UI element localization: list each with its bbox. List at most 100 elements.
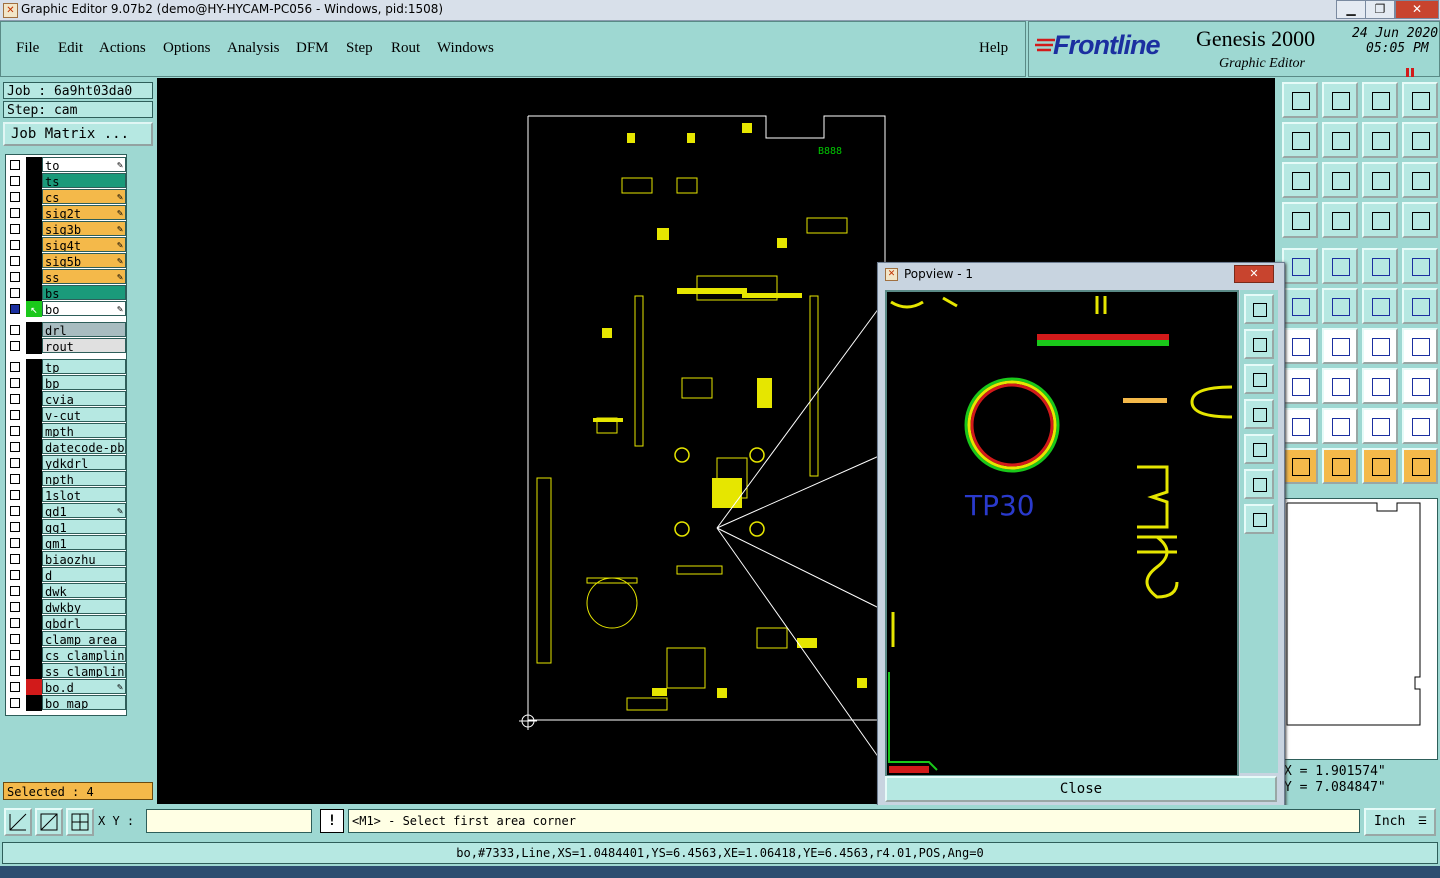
layer-display-checkbox[interactable] xyxy=(10,240,20,250)
minimize-button[interactable]: ▁ xyxy=(1336,0,1366,19)
layer-name[interactable]: drl xyxy=(42,322,126,337)
layer-row-bo-map[interactable]: bo_map xyxy=(6,695,126,711)
center-button[interactable] xyxy=(1322,162,1358,198)
cross-button[interactable] xyxy=(1322,288,1358,324)
layer-row-sig4t[interactable]: sig4t ✎ xyxy=(6,237,126,253)
pop-zoom-in-button[interactable] xyxy=(1244,294,1274,324)
layer-name[interactable]: biaozhu xyxy=(42,551,126,566)
layer-affected-toggle[interactable] xyxy=(26,407,42,423)
layer-affected-toggle[interactable] xyxy=(26,567,42,583)
layer-row-drl[interactable]: drl xyxy=(6,322,126,338)
layer-name[interactable]: bo.d ✎ xyxy=(42,679,126,694)
layer-name[interactable]: ss ✎ xyxy=(42,269,126,284)
layer-name[interactable]: sig3b ✎ xyxy=(42,221,126,236)
layer-row-to[interactable]: to ✎ xyxy=(6,157,126,173)
layer-row-bp[interactable]: bp xyxy=(6,375,126,391)
units-dropdown[interactable]: Inch ☰ xyxy=(1364,808,1436,836)
zoom-fit-button[interactable] xyxy=(4,808,32,836)
layer-affected-toggle[interactable] xyxy=(26,269,42,285)
layer-row-v-cut[interactable]: v-cut xyxy=(6,407,126,423)
triangle-c-button[interactable] xyxy=(1362,408,1398,444)
layer-affected-toggle[interactable] xyxy=(26,647,42,663)
layer-affected-toggle[interactable] xyxy=(26,663,42,679)
layer-display-checkbox[interactable] xyxy=(10,682,20,692)
layer-name[interactable]: bo_map xyxy=(42,695,126,710)
pointer-c-button[interactable] xyxy=(1362,448,1398,484)
layer-affected-toggle[interactable] xyxy=(26,599,42,615)
layer-affected-toggle[interactable] xyxy=(26,455,42,471)
layer-display-checkbox[interactable] xyxy=(10,304,20,314)
layer-name[interactable]: 1slot xyxy=(42,487,126,502)
layer-display-checkbox[interactable] xyxy=(10,538,20,548)
layer-row-1slot[interactable]: 1slot xyxy=(6,487,126,503)
layer-display-checkbox[interactable] xyxy=(10,554,20,564)
pointer-d-button[interactable] xyxy=(1402,448,1438,484)
layer-affected-toggle[interactable] xyxy=(26,173,42,189)
layer-affected-toggle[interactable] xyxy=(26,237,42,253)
node-button[interactable] xyxy=(1282,288,1318,324)
layer-affected-toggle[interactable] xyxy=(26,338,42,354)
menu-edit[interactable]: Edit xyxy=(58,40,83,57)
grid-box-button[interactable] xyxy=(1362,368,1398,404)
layer-display-checkbox[interactable] xyxy=(10,426,20,436)
link-button[interactable] xyxy=(1402,288,1438,324)
flip-button[interactable] xyxy=(1402,122,1438,158)
layer-row-cs[interactable]: cs ✎ xyxy=(6,189,126,205)
layer-affected-toggle[interactable] xyxy=(26,679,42,695)
layer-name[interactable]: tp xyxy=(42,359,126,374)
layer-display-checkbox[interactable] xyxy=(10,192,20,202)
menu-windows[interactable]: Windows xyxy=(437,40,494,57)
layer-display-checkbox[interactable] xyxy=(10,176,20,186)
layer-row-cvia[interactable]: cvia xyxy=(6,391,126,407)
layer-row-bo[interactable]: ↖ bo ✎ xyxy=(6,301,126,317)
layer-affected-toggle[interactable] xyxy=(26,322,42,338)
menu-options[interactable]: Options xyxy=(163,40,211,57)
layer-name[interactable]: dwk xyxy=(42,583,126,598)
layer-affected-toggle[interactable] xyxy=(26,583,42,599)
xy-input[interactable] xyxy=(146,809,312,833)
line-button[interactable] xyxy=(1322,248,1358,284)
layer-affected-toggle[interactable] xyxy=(26,631,42,647)
layer-row-sig2t[interactable]: sig2t ✎ xyxy=(6,205,126,221)
select-button[interactable] xyxy=(1282,248,1318,284)
snap-button[interactable] xyxy=(1282,368,1318,404)
layer-name[interactable]: dwkby xyxy=(42,599,126,614)
layer-row-ydkdrl[interactable]: ydkdrl xyxy=(6,455,126,471)
export-button[interactable] xyxy=(1322,122,1358,158)
triangle-b-button[interactable] xyxy=(1322,408,1358,444)
help-button[interactable] xyxy=(1402,162,1438,198)
layer-affected-toggle[interactable] xyxy=(26,471,42,487)
layer-row-ts[interactable]: ts xyxy=(6,173,126,189)
layer-affected-toggle[interactable] xyxy=(26,695,42,711)
layer-affected-toggle[interactable] xyxy=(26,551,42,567)
measure-button[interactable] xyxy=(1282,202,1318,238)
layer-row-rout[interactable]: rout xyxy=(6,338,126,354)
dash-button[interactable] xyxy=(1322,368,1358,404)
layer-display-checkbox[interactable] xyxy=(10,224,20,234)
layer-display-checkbox[interactable] xyxy=(10,474,20,484)
layer-display-checkbox[interactable] xyxy=(10,634,20,644)
rotate-button[interactable] xyxy=(1362,122,1398,158)
layer-name[interactable]: sig2t ✎ xyxy=(42,205,126,220)
layer-row-npth[interactable]: npth xyxy=(6,471,126,487)
layer-name[interactable]: rout xyxy=(42,338,126,353)
layer-row-mpth[interactable]: mpth xyxy=(6,423,126,439)
pop-pan-right-button[interactable] xyxy=(1244,434,1274,464)
connect-button[interactable] xyxy=(1362,288,1398,324)
layer-affected-toggle[interactable] xyxy=(26,359,42,375)
layer-row-gm1[interactable]: gm1 xyxy=(6,535,126,551)
layer-name[interactable]: cvia xyxy=(42,391,126,406)
layer-display-checkbox[interactable] xyxy=(10,442,20,452)
layer-affected-toggle[interactable] xyxy=(26,285,42,301)
layer-name[interactable]: bo ✎ xyxy=(42,301,126,316)
layer-affected-toggle[interactable] xyxy=(26,253,42,269)
layer-name[interactable]: ss_clampline xyxy=(42,663,126,678)
zoom-area-button[interactable] xyxy=(35,808,63,836)
alert-button[interactable]: ! xyxy=(320,809,344,833)
layer-name[interactable]: gg1 xyxy=(42,519,126,534)
layer-affected-toggle[interactable] xyxy=(26,157,42,173)
pop-center-button[interactable] xyxy=(1244,504,1274,534)
layer-affected-toggle[interactable] xyxy=(26,503,42,519)
pointer-b-button[interactable] xyxy=(1322,448,1358,484)
layer-row-gbdrl[interactable]: gbdrl xyxy=(6,615,126,631)
